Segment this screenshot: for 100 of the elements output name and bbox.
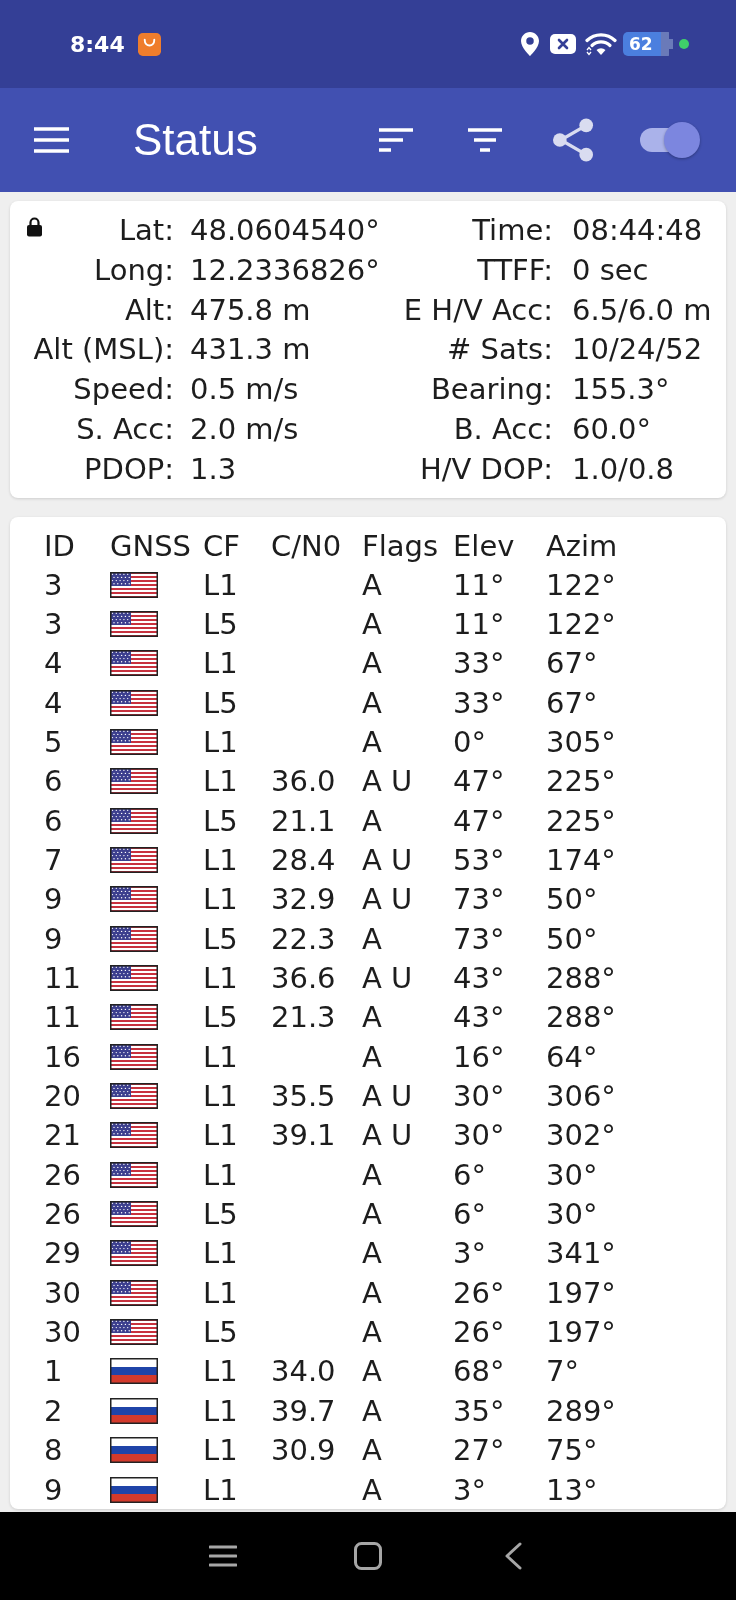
us-flag-icon <box>110 689 158 716</box>
table-cell: 67° <box>546 646 598 681</box>
table-cell: 29 <box>44 1236 81 1271</box>
table-cell: 30° <box>546 1197 598 1232</box>
table-cell: 47° <box>453 803 505 838</box>
russia-flag-icon <box>110 1397 158 1424</box>
table-cell: L1 <box>203 1118 238 1153</box>
field-label: Lat: <box>118 212 174 249</box>
table-cell: 16° <box>453 1039 505 1074</box>
square-icon[interactable] <box>354 1542 382 1570</box>
toggle-switch[interactable] <box>640 122 700 158</box>
table-cell: 50° <box>546 921 598 956</box>
us-flag-icon <box>110 728 158 755</box>
table-cell: 26° <box>453 1315 505 1350</box>
table-cell: 26 <box>44 1197 81 1232</box>
table-cell: 9 <box>44 1472 63 1507</box>
table-cell: L1 <box>203 764 238 799</box>
column-header: ID <box>44 527 75 565</box>
table-cell: 47° <box>453 764 505 799</box>
table-cell: 0° <box>453 724 486 759</box>
field-value: 6.5/6.0 m <box>571 291 712 329</box>
field-label: Bearing: <box>430 371 553 409</box>
table-cell: 30 <box>44 1315 81 1350</box>
table-cell: 306° <box>546 1079 616 1114</box>
table-cell: A U <box>362 843 413 877</box>
table-cell: 6° <box>453 1157 486 1192</box>
table-cell: 43° <box>453 1000 505 1035</box>
table-cell: L5 <box>203 685 238 720</box>
field-value: 2.0 m/s <box>190 411 299 448</box>
table-cell: 30.9 <box>271 1433 336 1468</box>
table-cell: 30° <box>453 1079 505 1114</box>
field-label: Long: <box>94 251 174 289</box>
table-cell: L1 <box>203 1236 238 1271</box>
us-flag-icon <box>110 768 158 795</box>
table-cell: A <box>362 606 382 641</box>
us-flag-icon <box>110 1319 158 1346</box>
battery-indicator: 62 <box>623 32 673 56</box>
table-cell: 21.1 <box>271 803 336 838</box>
table-cell: 197° <box>546 1275 616 1310</box>
table-cell: 32.9 <box>271 882 336 917</box>
field-value: 0.5 m/s <box>190 371 299 409</box>
us-flag-icon <box>110 807 158 834</box>
table-cell: 1 <box>44 1354 63 1389</box>
table-cell: A <box>362 1197 382 1232</box>
table-cell: 3° <box>453 1472 486 1507</box>
table-cell: L5 <box>203 803 238 838</box>
table-cell: A <box>362 1275 382 1310</box>
table-cell: 197° <box>546 1315 616 1350</box>
us-flag-icon <box>110 1122 158 1149</box>
us-flag-icon <box>110 965 158 992</box>
table-cell: 64° <box>546 1039 598 1074</box>
filter-icon[interactable] <box>468 128 502 152</box>
status-dot-icon <box>679 39 689 49</box>
table-cell: L1 <box>203 1157 238 1192</box>
location-pin-icon <box>521 32 539 56</box>
table-cell: 73° <box>453 921 505 956</box>
table-cell: 36.0 <box>271 764 336 799</box>
table-cell: 6 <box>44 764 63 799</box>
table-cell: 30 <box>44 1275 81 1310</box>
table-cell: 36.6 <box>271 961 336 996</box>
table-cell: L1 <box>203 1354 238 1389</box>
table-cell: 26 <box>44 1157 81 1192</box>
clock-time: 8:44 <box>70 31 125 57</box>
table-cell: 16 <box>44 1039 81 1074</box>
table-cell: L1 <box>203 1275 238 1310</box>
menu-icon[interactable] <box>209 1545 237 1567</box>
table-cell: 28.4 <box>271 843 336 877</box>
share-icon[interactable] <box>553 118 594 162</box>
column-header: Elev <box>453 527 515 565</box>
table-cell: 341° <box>546 1236 616 1271</box>
table-cell: L1 <box>203 724 238 759</box>
back-icon[interactable] <box>504 1542 522 1570</box>
table-cell: L1 <box>203 646 238 681</box>
table-cell: A <box>362 685 382 720</box>
table-cell: A <box>362 646 382 681</box>
table-cell: A <box>362 1315 382 1350</box>
us-flag-icon <box>110 925 158 952</box>
field-label: Time: <box>472 212 553 249</box>
table-cell: 288° <box>546 1000 616 1035</box>
table-cell: A <box>362 567 382 602</box>
wifi-icon <box>585 32 617 56</box>
sort-icon[interactable] <box>379 128 413 152</box>
russia-flag-icon <box>110 1476 158 1503</box>
app-title: Status <box>133 115 258 165</box>
us-flag-icon <box>110 650 158 677</box>
russia-flag-icon <box>110 1358 158 1385</box>
table-cell: A <box>362 1000 382 1035</box>
table-cell: 27° <box>453 1433 505 1468</box>
table-cell: 7° <box>546 1354 579 1389</box>
table-cell: 21 <box>44 1118 81 1153</box>
shopping-bag-icon <box>137 32 161 56</box>
column-header: C/N0 <box>271 527 342 565</box>
table-cell: 302° <box>546 1118 616 1153</box>
table-cell: 8 <box>44 1433 63 1468</box>
us-flag-icon <box>110 886 158 913</box>
table-cell: 11° <box>453 567 505 602</box>
us-flag-icon <box>110 1161 158 1188</box>
field-label: S. Acc: <box>76 411 174 448</box>
us-flag-icon <box>110 847 158 873</box>
table-cell: A <box>362 724 382 759</box>
